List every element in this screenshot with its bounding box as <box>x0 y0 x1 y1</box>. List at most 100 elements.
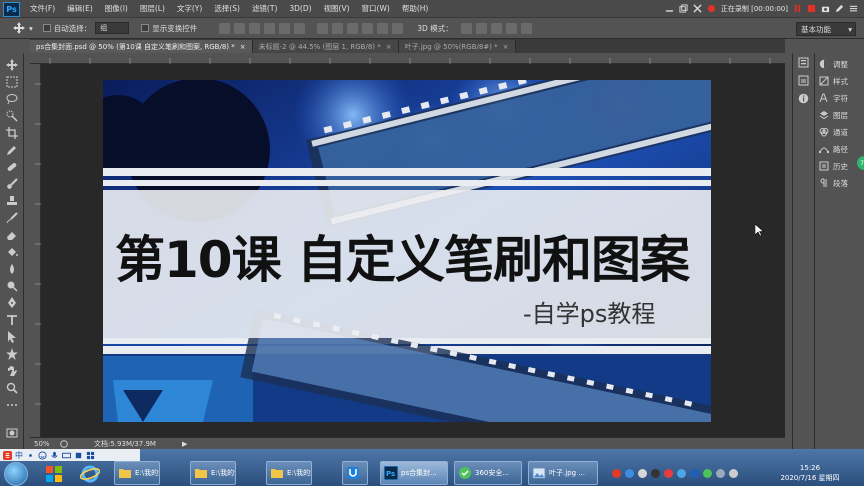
align-right-icon[interactable] <box>294 22 306 34</box>
align-hcenter-icon[interactable] <box>279 22 291 34</box>
align-left-icon[interactable] <box>264 22 276 34</box>
pen-tool-icon[interactable] <box>6 297 18 309</box>
close-icon[interactable]: × <box>240 43 246 51</box>
3d-pan-icon[interactable] <box>490 22 502 34</box>
eyedropper-icon[interactable] <box>6 144 18 156</box>
help-tray-icon[interactable] <box>625 468 634 478</box>
taskbar-clock[interactable]: 15:26 2020/7/16 星期四 <box>760 463 860 483</box>
marquee-icon[interactable] <box>6 76 18 88</box>
properties-panel-icon[interactable] <box>798 75 809 86</box>
distribute-vcenter-icon[interactable] <box>332 22 344 34</box>
close-icon[interactable] <box>693 4 702 13</box>
menu-icon[interactable] <box>849 4 858 13</box>
zoom-icon[interactable] <box>6 382 18 394</box>
punctuation-icon[interactable] <box>26 451 35 460</box>
3d-rotate-icon[interactable] <box>460 22 472 34</box>
mouse-tray-icon[interactable] <box>638 468 647 478</box>
windows-media-icon[interactable] <box>44 464 64 484</box>
taskbar-image-viewer[interactable]: 叶子.jpg ... <box>528 461 598 485</box>
menu-3d[interactable]: 3D(D) <box>283 4 317 13</box>
record-tray-icon[interactable] <box>651 468 660 478</box>
show-transform-checkbox[interactable] <box>141 24 150 32</box>
emoji-icon[interactable] <box>38 450 47 460</box>
blur-icon[interactable] <box>6 263 18 275</box>
align-vcenter-icon[interactable] <box>234 22 246 34</box>
taskbar-explorer-1[interactable]: E:\我的资... <box>114 461 160 485</box>
distribute-right-icon[interactable] <box>392 22 404 34</box>
3d-scale-icon[interactable] <box>520 22 532 34</box>
volume-tray-icon[interactable] <box>729 468 738 478</box>
distribute-hcenter-icon[interactable] <box>377 22 389 34</box>
sogou-tray-icon[interactable] <box>612 468 621 478</box>
3d-roll-icon[interactable] <box>475 22 487 34</box>
zoom-level[interactable]: 50% <box>34 440 58 448</box>
tab-ps-cover[interactable]: ps合集封面.psd @ 50% (第10课 自定义笔刷和图案, RGB/8) … <box>30 40 253 53</box>
close-icon[interactable]: × <box>386 43 392 51</box>
panel-history[interactable]: 历史 71 <box>819 156 864 173</box>
panel-paragraph[interactable]: 段落 <box>819 176 864 190</box>
security-tray-icon[interactable] <box>703 468 712 478</box>
dodge-icon[interactable] <box>6 280 18 292</box>
distribute-top-icon[interactable] <box>317 22 329 34</box>
horizontal-ruler[interactable] <box>30 53 785 64</box>
hand-icon[interactable] <box>6 365 18 377</box>
menu-help[interactable]: 帮助(H) <box>396 3 435 14</box>
close-icon[interactable]: × <box>503 43 509 51</box>
camera-icon[interactable] <box>821 4 830 13</box>
healing-brush-icon[interactable] <box>6 161 18 173</box>
history-panel-icon[interactable] <box>798 57 809 68</box>
export-icon[interactable] <box>60 439 68 448</box>
menu-view[interactable]: 视图(V) <box>318 3 356 14</box>
info-icon[interactable] <box>798 93 809 104</box>
crop-icon[interactable] <box>6 127 18 139</box>
history-brush-icon[interactable] <box>6 212 18 224</box>
taskbar-explorer-3[interactable]: E:\我的资... <box>266 461 312 485</box>
vertical-ruler[interactable] <box>30 64 41 437</box>
align-bottom-icon[interactable] <box>249 22 261 34</box>
paint-bucket-icon[interactable] <box>6 246 18 258</box>
distribute-left-icon[interactable] <box>362 22 374 34</box>
menu-layer[interactable]: 图层(L) <box>134 3 171 14</box>
ie-browser-icon[interactable] <box>80 464 100 484</box>
panel-adjustments[interactable]: 调整 <box>819 57 864 71</box>
taskbar-app-u[interactable] <box>342 461 368 485</box>
tab-leaf-jpg[interactable]: 叶子.jpg @ 50%(RGB/8#) * × <box>398 40 516 53</box>
taskbar-360[interactable]: 360安全... <box>454 461 522 485</box>
menu-type[interactable]: 文字(Y) <box>171 3 208 14</box>
tool-preset-arrow[interactable]: ▾ <box>29 24 33 33</box>
auto-select-combo[interactable]: 组 <box>95 22 130 34</box>
3d-slide-icon[interactable] <box>505 22 517 34</box>
more-tools-icon[interactable] <box>6 399 18 411</box>
quick-mask-icon[interactable] <box>6 427 18 439</box>
ime-mode[interactable]: 中 <box>15 450 23 461</box>
move-tool-icon[interactable] <box>12 21 26 35</box>
panel-channels[interactable]: 通道 <box>819 125 864 139</box>
quick-select-icon[interactable] <box>6 110 18 122</box>
minimize-icon[interactable] <box>665 4 674 13</box>
start-button[interactable] <box>4 462 28 486</box>
shape-icon[interactable] <box>6 348 18 360</box>
move-icon[interactable] <box>6 59 18 71</box>
menu-filter[interactable]: 滤镜(T) <box>246 3 283 14</box>
toolbox-icon[interactable] <box>86 451 95 460</box>
menu-image[interactable]: 图像(I) <box>99 3 134 14</box>
flag-tray-icon[interactable] <box>716 468 725 478</box>
menu-window[interactable]: 窗口(W) <box>356 3 396 14</box>
align-top-icon[interactable] <box>219 22 231 34</box>
distribute-bottom-icon[interactable] <box>347 22 359 34</box>
menu-file[interactable]: 文件(F) <box>24 3 61 14</box>
panel-paths[interactable]: 路径 <box>819 142 864 156</box>
workspace-select[interactable]: 基本功能 ▾ <box>796 22 856 36</box>
restore-icon[interactable] <box>679 4 688 13</box>
stop-icon[interactable] <box>807 4 816 13</box>
floating-badge[interactable]: 71 <box>857 156 864 170</box>
tab-untitled-2[interactable]: 未标题-2 @ 44.5% (图层 1, RGB/8) * × <box>252 40 399 53</box>
keyboard-icon[interactable] <box>62 451 71 460</box>
panel-character[interactable]: 字符 <box>819 91 864 105</box>
sogou-logo-icon[interactable] <box>3 450 12 460</box>
clone-stamp-icon[interactable] <box>6 195 18 207</box>
lasso-icon[interactable] <box>6 93 18 105</box>
document-canvas[interactable]: 第10课 自定义笔刷和图案 -自学ps教程 <box>103 80 711 422</box>
skin-icon[interactable] <box>74 451 83 460</box>
voice-icon[interactable] <box>50 451 59 460</box>
